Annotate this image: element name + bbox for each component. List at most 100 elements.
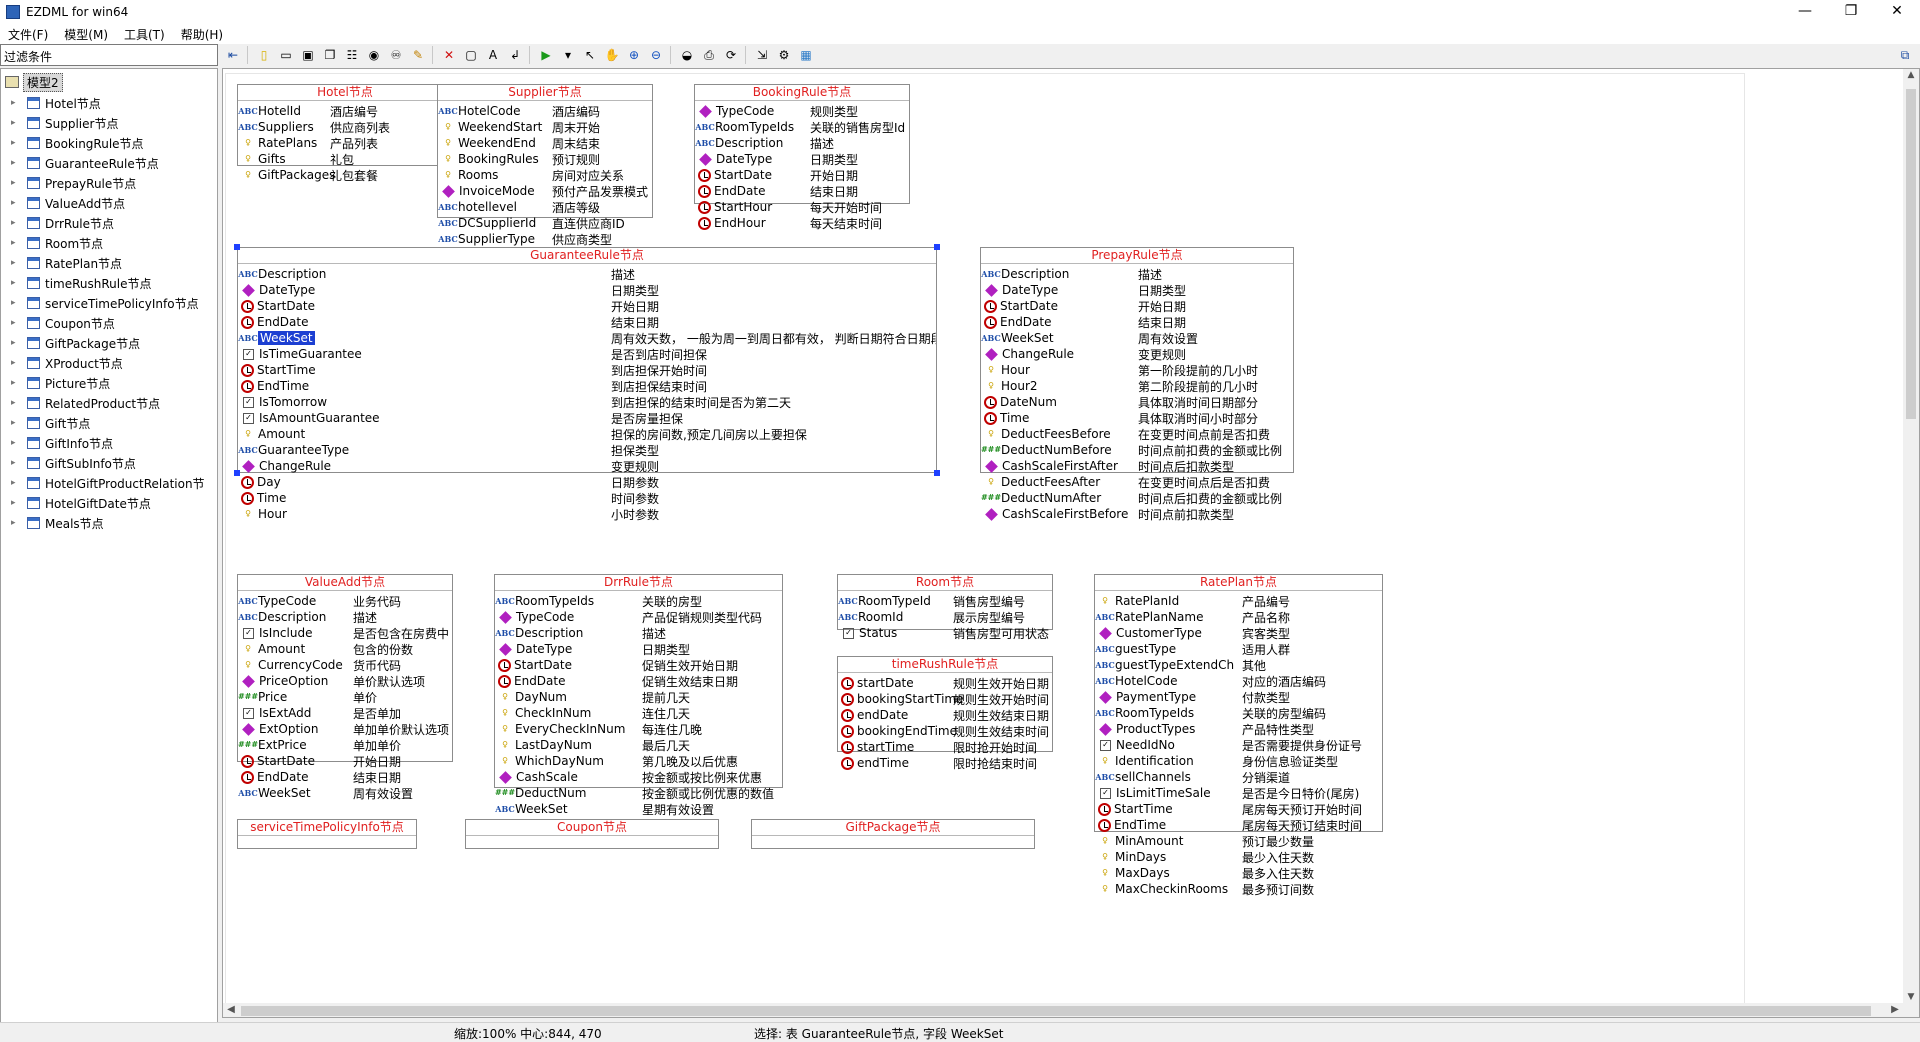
entity-title[interactable]: timeRushRule节点	[838, 657, 1052, 673]
entity-title[interactable]: Coupon节点	[466, 820, 718, 836]
scroll-thumb[interactable]	[241, 1006, 1871, 1016]
scroll-left-icon[interactable]: ◀	[223, 1004, 239, 1015]
field-row[interactable]: StartTime到店担保开始时间	[238, 362, 936, 378]
field-row[interactable]: DateType日期类型	[238, 282, 936, 298]
field-row[interactable]: EndDate促销生效结束日期	[495, 673, 782, 689]
field-row[interactable]: ♀RatePlanId产品编号	[1095, 593, 1382, 609]
entity-title[interactable]: DrrRule节点	[495, 575, 782, 591]
expand-icon[interactable]: ▸	[11, 518, 21, 528]
expand-icon[interactable]: ▸	[11, 358, 21, 368]
field-row[interactable]: Day日期参数	[238, 474, 936, 490]
tree-item[interactable]: ▸RatePlan节点	[11, 253, 205, 273]
tree-item[interactable]: ▸Supplier节点	[11, 113, 205, 133]
field-row[interactable]: Time时间参数	[238, 490, 936, 506]
field-row[interactable]: ABCguestTypeExtendCh其他	[1095, 657, 1382, 673]
expand-icon[interactable]: ▸	[11, 258, 21, 268]
tree-item[interactable]: ▸HotelGiftProductRelation节	[11, 473, 205, 493]
entity-title[interactable]: PrepayRule节点	[981, 248, 1293, 264]
find-icon[interactable]: ♾	[385, 45, 407, 65]
tree-item[interactable]: ▸XProduct节点	[11, 353, 205, 373]
back-icon[interactable]: ⇤	[222, 45, 244, 65]
field-row[interactable]: InvoiceMode预付产品发票模式	[438, 183, 652, 199]
expand-icon[interactable]: ▸	[11, 178, 21, 188]
field-row[interactable]: ###DeductNumBefore时间点前扣费的金额或比例	[981, 442, 1293, 458]
field-row[interactable]: CashScale按金额或按比例来优惠	[495, 769, 782, 785]
scroll-right-icon[interactable]: ▶	[1887, 1004, 1903, 1015]
field-row[interactable]: ABCDescription描述	[238, 609, 452, 625]
field-row[interactable]: ABCDescription描述	[238, 266, 936, 282]
field-row[interactable]: ♀Hour小时参数	[238, 506, 936, 522]
field-row[interactable]: CashScaleFirstAfter时间点后扣款类型	[981, 458, 1293, 474]
entity-title[interactable]: GiftPackage节点	[752, 820, 1034, 836]
field-row[interactable]: ✓IsAmountGuarantee是否房量担保	[238, 410, 936, 426]
field-row[interactable]: StartDate开始日期	[981, 298, 1293, 314]
field-row[interactable]: ABCWeekSet周有效天数， 一般为周一到周日都有效， 判断日期符合日期段同…	[238, 330, 936, 346]
field-row[interactable]: PaymentType付款类型	[1095, 689, 1382, 705]
entity-servicetime[interactable]: serviceTimePolicyInfo节点	[237, 819, 417, 849]
tree-root[interactable]: 模型2	[5, 73, 63, 91]
entity-title[interactable]: Supplier节点	[438, 85, 652, 101]
entity-title[interactable]: serviceTimePolicyInfo节点	[238, 820, 416, 836]
settings-icon[interactable]: ⚙	[773, 45, 795, 65]
open-icon[interactable]: ▭	[275, 45, 297, 65]
tree-item[interactable]: ▸PrepayRule节点	[11, 173, 205, 193]
text-icon[interactable]: A	[482, 45, 504, 65]
field-row[interactable]: ✓IsExtAdd是否单加	[238, 705, 452, 721]
field-row[interactable]: ABCTypeCode业务代码	[238, 593, 452, 609]
field-row[interactable]: ExtOption单加单价默认选项	[238, 721, 452, 737]
field-row[interactable]: CustomerType宾客类型	[1095, 625, 1382, 641]
expand-icon[interactable]: ▸	[11, 158, 21, 168]
field-row[interactable]: DateType日期类型	[695, 151, 909, 167]
field-row[interactable]: ♀EveryCheckInNum每连住几晚	[495, 721, 782, 737]
field-row[interactable]: ♀WhichDayNum第几晚及以后优惠	[495, 753, 782, 769]
expand-icon[interactable]: ▸	[11, 418, 21, 428]
tree-item[interactable]: ▸Coupon节点	[11, 313, 205, 333]
expand-icon[interactable]: ▸	[11, 98, 21, 108]
tree-item[interactable]: ▸GiftInfo节点	[11, 433, 205, 453]
field-row[interactable]: endTime限时抢结束时间	[838, 755, 1052, 771]
field-row[interactable]: ♀Identification身份信息验证类型	[1095, 753, 1382, 769]
delete-icon[interactable]: ✕	[438, 45, 460, 65]
field-row[interactable]: DateNum具体取消时间日期部分	[981, 394, 1293, 410]
field-row[interactable]: TypeCode规则类型	[695, 103, 909, 119]
layout-icon[interactable]: ▦	[795, 45, 817, 65]
scroll-thumb[interactable]	[1906, 89, 1916, 419]
field-row[interactable]: ♀WeekendStart周末开始	[438, 119, 652, 135]
field-row[interactable]: ABCRoomTypeId销售房型编号	[838, 593, 1052, 609]
field-row[interactable]: ProductTypes产品特性类型	[1095, 721, 1382, 737]
menu-tools[interactable]: 工具(T)	[116, 26, 173, 43]
field-row[interactable]: ABCRoomId展示房型编号	[838, 609, 1052, 625]
tree-item[interactable]: ▸GiftPackage节点	[11, 333, 205, 353]
field-row[interactable]: DateType日期类型	[981, 282, 1293, 298]
field-row[interactable]: ♀BookingRules预订规则	[438, 151, 652, 167]
entity-valueadd[interactable]: ValueAdd节点ABCTypeCode业务代码ABCDescription描…	[237, 574, 453, 762]
field-row[interactable]: ABCSupplierType供应商类型	[438, 231, 652, 247]
hand-icon[interactable]: ✋	[601, 45, 623, 65]
field-row[interactable]: ♀DeductFeesBefore在变更时间点前是否扣费	[981, 426, 1293, 442]
field-row[interactable]: StartTime尾房每天预订开始时间	[1095, 801, 1382, 817]
entity-room[interactable]: Room节点ABCRoomTypeId销售房型编号ABCRoomId展示房型编号…	[837, 574, 1053, 630]
field-row[interactable]: Time具体取消时间小时部分	[981, 410, 1293, 426]
field-row[interactable]: EndDate结束日期	[981, 314, 1293, 330]
field-row[interactable]: StartDate开始日期	[238, 753, 452, 769]
field-row[interactable]: ♀LastDayNum最后几天	[495, 737, 782, 753]
diagram-canvas[interactable]: Hotel节点ABCHotelId酒店编号ABCSuppliers供应商列表♀R…	[223, 69, 1903, 1003]
selection-handle[interactable]	[234, 470, 240, 476]
field-row[interactable]: ♀WeekendEnd周末结束	[438, 135, 652, 151]
field-row[interactable]: startTime限时抢开始时间	[838, 739, 1052, 755]
field-row[interactable]: EndTime到店担保结束时间	[238, 378, 936, 394]
tree-item[interactable]: ▸Hotel节点	[11, 93, 205, 113]
entity-coupon[interactable]: Coupon节点	[465, 819, 719, 849]
field-row[interactable]: ♀DayNum提前几天	[495, 689, 782, 705]
field-row[interactable]: ♀MaxDays最多入住天数	[1095, 865, 1382, 881]
tree-item[interactable]: ▸Meals节点	[11, 513, 205, 533]
field-row[interactable]: ABCGuaranteeType担保类型	[238, 442, 936, 458]
field-row[interactable]: ABCsellChannels分销渠道	[1095, 769, 1382, 785]
expand-icon[interactable]: ▸	[11, 438, 21, 448]
field-row[interactable]: ABCguestType适用人群	[1095, 641, 1382, 657]
field-row[interactable]: ABCHotelCode酒店编码	[438, 103, 652, 119]
minimize-button[interactable]: —	[1782, 0, 1828, 24]
field-row[interactable]: ♀MinAmount预订最少数量	[1095, 833, 1382, 849]
field-row[interactable]: ###DeductNumAfter时间点后扣费的金额或比例	[981, 490, 1293, 506]
panel-toggle-icon[interactable]: ⧉	[1894, 45, 1916, 65]
